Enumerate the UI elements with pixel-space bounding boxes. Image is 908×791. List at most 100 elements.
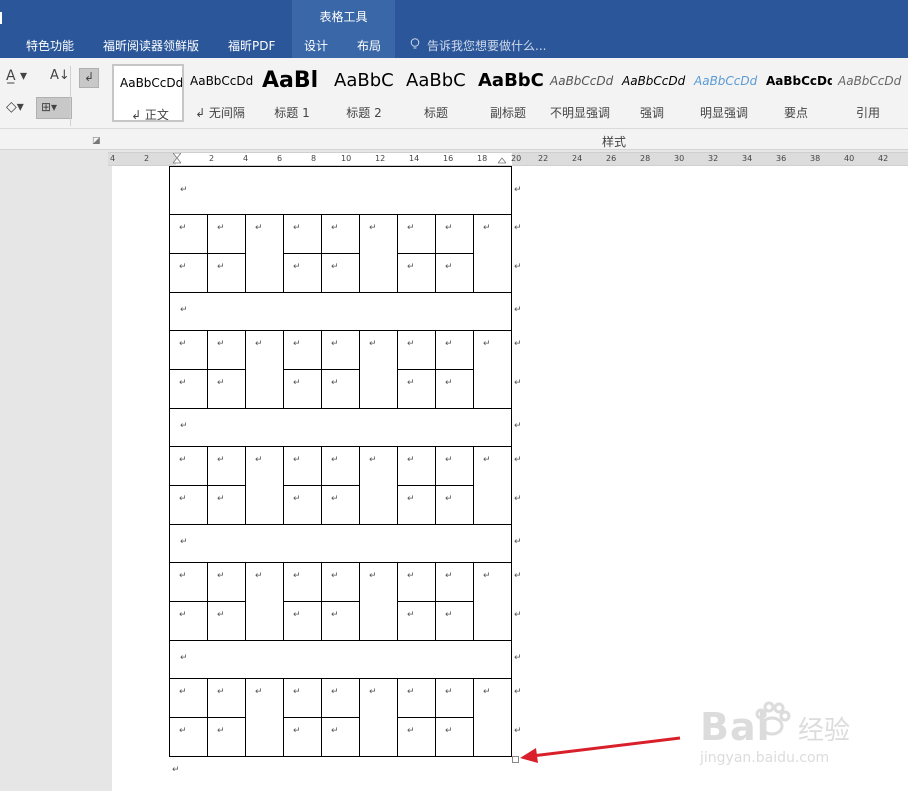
table-cell[interactable] — [169, 446, 208, 486]
style-heading-1[interactable]: AaBl 标题 1 — [256, 64, 328, 122]
table-cell[interactable] — [435, 562, 474, 602]
table-cell-tall[interactable] — [473, 446, 512, 525]
table-cell[interactable] — [207, 678, 246, 718]
tab-features[interactable]: 特色功能 — [26, 37, 74, 54]
table-cell[interactable] — [435, 678, 474, 718]
show-paragraph-marks-button[interactable]: ↲ — [79, 68, 99, 88]
table-cell[interactable] — [321, 330, 360, 370]
right-indent-marker[interactable] — [498, 153, 506, 166]
table-cell[interactable] — [283, 601, 322, 641]
table-cell[interactable] — [169, 369, 208, 409]
left-indent-marker[interactable] — [173, 153, 181, 166]
table-cell[interactable] — [435, 253, 474, 293]
table-cell[interactable] — [321, 446, 360, 486]
style-emphasis[interactable]: AaBbCcDd 强调 — [616, 64, 688, 122]
style-heading-2[interactable]: AaBbC 标题 2 — [328, 64, 400, 122]
table-merged-row[interactable] — [169, 166, 512, 215]
table-cell[interactable] — [397, 717, 436, 757]
table-cell-tall[interactable] — [473, 330, 512, 409]
style-no-spacing[interactable]: AaBbCcDd ↲ 无间隔 — [184, 64, 256, 122]
table-cell[interactable] — [283, 330, 322, 370]
table-cell[interactable] — [283, 253, 322, 293]
dialog-launcher-icon[interactable]: ◪ — [92, 136, 101, 146]
style-title[interactable]: AaBbC 标题 — [400, 64, 472, 122]
table-cell[interactable] — [321, 562, 360, 602]
style-intense-emphasis[interactable]: AaBbCcDd 明显强调 — [688, 64, 760, 122]
table-cell[interactable] — [321, 678, 360, 718]
text-effects-icon[interactable]: A̲ ▾ — [6, 68, 27, 84]
table-cell[interactable] — [397, 330, 436, 370]
table-cell-tall[interactable] — [359, 446, 398, 525]
borders-button[interactable]: ⊞▾ — [36, 97, 72, 119]
table-cell[interactable] — [207, 562, 246, 602]
shading-icon[interactable]: ◇▾ — [6, 99, 24, 115]
table-cell[interactable] — [283, 678, 322, 718]
table-cell-tall[interactable] — [473, 678, 512, 757]
table-cell[interactable] — [207, 369, 246, 409]
table-cell[interactable] — [169, 562, 208, 602]
table-cell[interactable] — [397, 446, 436, 486]
table-cell[interactable] — [283, 562, 322, 602]
table-cell[interactable] — [207, 214, 246, 254]
table-cell-tall[interactable] — [245, 562, 284, 641]
table-cell-tall[interactable] — [473, 562, 512, 641]
table-cell[interactable] — [435, 369, 474, 409]
tab-design[interactable]: 设计 — [304, 37, 328, 54]
style-subtitle[interactable]: AaBbC 副标题 — [472, 64, 544, 122]
table-cell[interactable] — [397, 369, 436, 409]
table-cell[interactable] — [435, 446, 474, 486]
table-cell-tall[interactable] — [245, 330, 284, 409]
table-cell[interactable] — [321, 369, 360, 409]
table-cell-tall[interactable] — [245, 446, 284, 525]
table-cell[interactable] — [207, 601, 246, 641]
table-cell-tall[interactable] — [359, 562, 398, 641]
table-cell[interactable] — [207, 485, 246, 525]
table-cell[interactable] — [207, 717, 246, 757]
table-merged-row[interactable] — [169, 292, 512, 331]
table-cell[interactable] — [283, 485, 322, 525]
table-cell[interactable] — [397, 678, 436, 718]
table-cell[interactable] — [283, 369, 322, 409]
tab-layout[interactable]: 布局 — [357, 37, 381, 54]
table-cell[interactable] — [435, 485, 474, 525]
style-strong[interactable]: AaBbCcDd 要点 — [760, 64, 832, 122]
table-cell-tall[interactable] — [245, 214, 284, 293]
table-cell[interactable] — [321, 253, 360, 293]
table-merged-row[interactable] — [169, 640, 512, 679]
table-cell[interactable] — [169, 485, 208, 525]
style-subtle-emphasis[interactable]: AaBbCcDd 不明显强调 — [544, 64, 616, 122]
tell-me-search[interactable]: 告诉我您想要做什么... — [427, 37, 546, 54]
table-cell[interactable] — [169, 678, 208, 718]
sort-icon[interactable]: A↓ — [50, 68, 70, 83]
table-merged-row[interactable] — [169, 408, 512, 447]
table-cell[interactable] — [435, 717, 474, 757]
table-cell[interactable] — [283, 717, 322, 757]
table-cell[interactable] — [169, 601, 208, 641]
table-cell[interactable] — [283, 446, 322, 486]
table-cell[interactable] — [283, 214, 322, 254]
table-merged-row[interactable] — [169, 524, 512, 563]
table-cell[interactable] — [321, 601, 360, 641]
table-cell[interactable] — [321, 485, 360, 525]
table-cell-tall[interactable] — [359, 678, 398, 757]
table-cell-tall[interactable] — [245, 678, 284, 757]
table-cell[interactable] — [169, 214, 208, 254]
table-cell[interactable] — [397, 601, 436, 641]
table-cell[interactable] — [435, 330, 474, 370]
table-cell-tall[interactable] — [359, 330, 398, 409]
table-cell[interactable] — [207, 253, 246, 293]
tab-foxit-reader[interactable]: 福昕阅读器领鲜版 — [103, 37, 199, 54]
table-cell-tall[interactable] — [473, 214, 512, 293]
table-cell[interactable] — [397, 485, 436, 525]
tab-foxit-pdf[interactable]: 福昕PDF — [228, 37, 275, 54]
table-cell[interactable] — [169, 717, 208, 757]
style-normal[interactable]: AaBbCcDd ↲ 正文 — [112, 64, 184, 122]
table-cell[interactable] — [435, 601, 474, 641]
table-cell[interactable] — [207, 330, 246, 370]
table-cell[interactable] — [435, 214, 474, 254]
table-cell-tall[interactable] — [359, 214, 398, 293]
table-cell[interactable] — [397, 562, 436, 602]
horizontal-ruler[interactable]: 4 2 2 4 6 8 10 12 14 16 18 20 22 24 26 2… — [108, 152, 908, 166]
table-cell[interactable] — [169, 253, 208, 293]
table-cell[interactable] — [397, 214, 436, 254]
